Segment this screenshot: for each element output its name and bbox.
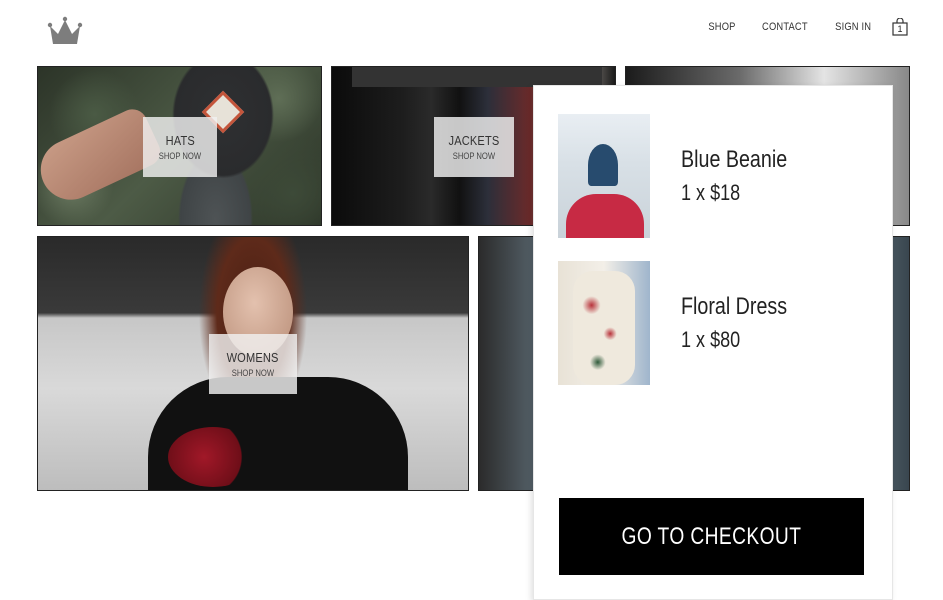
nav-sign-in-link[interactable]: SIGN IN (835, 21, 871, 33)
cart-item-quantity-price: 1 x $80 (681, 327, 741, 352)
tile-label-jackets[interactable]: JACKETS SHOP NOW (434, 117, 514, 177)
tile-title: JACKETS (448, 133, 500, 148)
tile-subtitle: SHOP NOW (452, 151, 496, 161)
jackets-photo-rack (352, 67, 602, 87)
nav-contact-link[interactable]: CONTACT (762, 21, 808, 33)
beanie-photo-hat (588, 144, 618, 186)
tile-subtitle: SHOP NOW (231, 368, 275, 378)
category-tile-hats[interactable]: HATS SHOP NOW (37, 66, 322, 226)
cart-item-name: Floral Dress (681, 293, 788, 320)
cart-item: Blue Beanie 1 x $18 (558, 114, 810, 238)
cart-item-details: Floral Dress 1 x $80 (681, 293, 810, 353)
crown-logo[interactable] (46, 16, 84, 48)
checkout-button-label: GO TO CHECKOUT (621, 522, 802, 550)
cart-button[interactable]: 1 (892, 17, 908, 36)
cart-item-image (558, 261, 650, 385)
main-nav: SHOP CONTACT SIGN IN 1 (686, 17, 908, 36)
tile-subtitle: SHOP NOW (158, 151, 202, 161)
cart-item-name: Blue Beanie (681, 146, 788, 173)
cart-dropdown: Blue Beanie 1 x $18 Floral Dress 1 x $80… (533, 85, 893, 600)
tile-label-womens[interactable]: WOMENS SHOP NOW (209, 334, 297, 394)
tile-title: WOMENS (227, 350, 279, 365)
dress-photo-body (573, 271, 635, 385)
cart-item-image (558, 114, 650, 238)
category-tile-womens[interactable]: WOMENS SHOP NOW (37, 236, 469, 491)
cart-item: Floral Dress 1 x $80 (558, 261, 810, 385)
beanie-photo-body (566, 194, 644, 238)
cart-item-quantity-price: 1 x $18 (681, 180, 741, 205)
tile-label-hats[interactable]: HATS SHOP NOW (143, 117, 217, 177)
nav-shop-link[interactable]: SHOP (708, 21, 735, 33)
go-to-checkout-button[interactable]: GO TO CHECKOUT (559, 498, 864, 575)
crown-icon (47, 16, 83, 44)
womens-photo-flowers (168, 427, 258, 487)
cart-count: 1 (897, 24, 903, 34)
cart-item-details: Blue Beanie 1 x $18 (681, 146, 810, 206)
tile-title: HATS (165, 133, 195, 148)
